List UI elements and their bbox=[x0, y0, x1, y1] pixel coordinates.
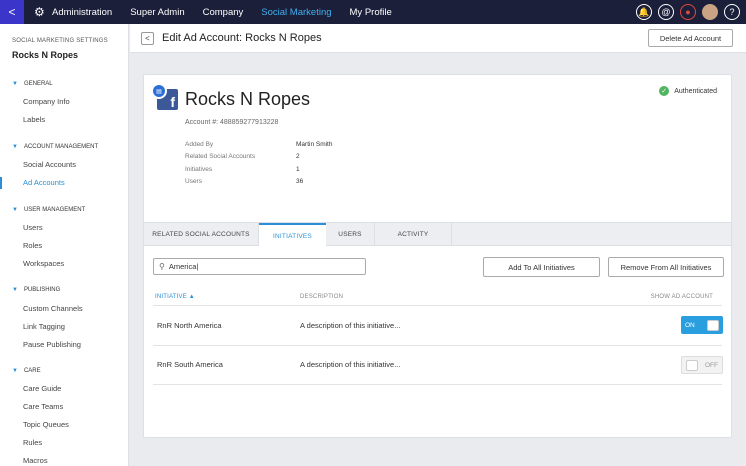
nav-social-marketing[interactable]: Social Marketing bbox=[261, 7, 331, 18]
detail-label: Users bbox=[185, 178, 202, 185]
caret-down-icon: ▼ bbox=[12, 81, 18, 87]
nav-my-profile[interactable]: My Profile bbox=[350, 7, 392, 18]
sidebar-item-custom-channels[interactable]: Custom Channels bbox=[23, 304, 83, 313]
alert-icon[interactable]: ● bbox=[680, 4, 696, 20]
avatar[interactable] bbox=[702, 4, 718, 20]
sidebar-item-users[interactable]: Users bbox=[23, 223, 43, 232]
sidebar-section-care[interactable]: ▼ CARE bbox=[12, 368, 41, 374]
toggle-label: ON bbox=[685, 321, 695, 329]
sidebar-item-care-guide[interactable]: Care Guide bbox=[23, 384, 61, 393]
row-divider bbox=[153, 384, 722, 385]
sidebar-item-pause-publishing[interactable]: Pause Publishing bbox=[23, 340, 81, 349]
tab-divider bbox=[451, 223, 452, 246]
show-ad-account-toggle[interactable]: ON bbox=[681, 316, 723, 334]
account-number: Account #: 488859277913228 bbox=[185, 119, 279, 126]
column-header-show-ad-account: SHOW AD ACCOUNT bbox=[650, 294, 713, 300]
initiative-description: A description of this initiative... bbox=[300, 321, 401, 330]
page-header: < Edit Ad Account: Rocks N Ropes Delete … bbox=[130, 24, 746, 53]
caret-down-icon: ▼ bbox=[12, 368, 18, 374]
detail-value: 2 bbox=[296, 153, 300, 160]
sidebar-item-topic-queues[interactable]: Topic Queues bbox=[23, 420, 69, 429]
sidebar-item-link-tagging[interactable]: Link Tagging bbox=[23, 322, 65, 331]
detail-label: Initiatives bbox=[185, 166, 213, 173]
sidebar-title: Rocks N Ropes bbox=[12, 50, 79, 60]
show-ad-account-toggle[interactable]: OFF bbox=[681, 356, 723, 374]
delete-ad-account-button[interactable]: Delete Ad Account bbox=[648, 29, 733, 47]
sidebar-item-macros[interactable]: Macros bbox=[23, 456, 48, 465]
auth-status-label: Authenticated bbox=[674, 87, 717, 95]
toggle-knob bbox=[686, 359, 698, 371]
active-indicator bbox=[0, 177, 2, 189]
sidebar-item-company-info[interactable]: Company Info bbox=[23, 97, 70, 106]
bell-icon[interactable]: 🔔 bbox=[636, 4, 652, 20]
tab-activity[interactable]: ACTIVITY bbox=[375, 223, 451, 246]
search-box[interactable]: ⚲ bbox=[153, 258, 366, 275]
ad-account-badge-icon: ▤ bbox=[151, 83, 167, 99]
initiative-name: RnR South America bbox=[157, 360, 223, 369]
tab-initiatives[interactable]: INITIATIVES bbox=[259, 223, 326, 247]
nav-company[interactable]: Company bbox=[203, 7, 244, 18]
nav-super-admin[interactable]: Super Admin bbox=[130, 7, 184, 18]
account-name: Rocks N Ropes bbox=[185, 89, 311, 109]
settings-sidebar: SOCIAL MARKETING SETTINGS Rocks N Ropes … bbox=[0, 24, 129, 466]
tab-users[interactable]: USERS bbox=[326, 223, 374, 246]
initiative-name: RnR North America bbox=[157, 321, 222, 330]
sidebar-section-publishing[interactable]: ▼ PUBLISHING bbox=[12, 287, 60, 293]
sidebar-item-ad-accounts[interactable]: Ad Accounts bbox=[23, 178, 65, 187]
gear-icon: ⚙ bbox=[34, 5, 45, 19]
sidebar-section-general[interactable]: ▼ GENERAL bbox=[12, 81, 53, 87]
check-circle-icon: ✓ bbox=[659, 86, 670, 96]
top-nav: < ⚙ Administration Super Admin Company S… bbox=[0, 0, 746, 24]
account-card: f ▤ Rocks N Ropes Account #: 48885927791… bbox=[143, 74, 732, 438]
detail-value: 36 bbox=[296, 178, 304, 185]
toggle-knob bbox=[707, 319, 719, 331]
tab-bar: RELATED SOCIAL ACCOUNTS INITIATIVES USER… bbox=[144, 222, 731, 247]
sidebar-caption: SOCIAL MARKETING SETTINGS bbox=[12, 38, 108, 44]
caret-down-icon: ▼ bbox=[12, 207, 18, 213]
sidebar-item-labels[interactable]: Labels bbox=[23, 115, 45, 124]
share-icon: < bbox=[8, 5, 16, 19]
detail-value: Martin Smith bbox=[296, 141, 333, 148]
toggle-label: OFF bbox=[705, 361, 718, 369]
column-header-initiative[interactable]: INITIATIVE ▲ bbox=[155, 294, 195, 300]
sidebar-item-workspaces[interactable]: Workspaces bbox=[23, 259, 64, 268]
column-header-description: DESCRIPTION bbox=[300, 294, 344, 300]
nav-administration[interactable]: Administration bbox=[52, 7, 112, 18]
sidebar-item-rules[interactable]: Rules bbox=[23, 438, 42, 447]
sidebar-item-care-teams[interactable]: Care Teams bbox=[23, 402, 63, 411]
search-input[interactable] bbox=[168, 262, 349, 271]
add-to-all-initiatives-button[interactable]: Add To All Initiatives bbox=[483, 257, 600, 277]
app-switcher-button[interactable]: < bbox=[0, 0, 24, 24]
caret-down-icon: ▼ bbox=[12, 287, 18, 293]
remove-from-all-initiatives-button[interactable]: Remove From All Initiatives bbox=[608, 257, 724, 277]
sidebar-section-user-management[interactable]: ▼ USER MANAGEMENT bbox=[12, 207, 85, 213]
search-icon: ⚲ bbox=[159, 262, 165, 271]
detail-value: 1 bbox=[296, 166, 300, 173]
page-title: Edit Ad Account: Rocks N Ropes bbox=[162, 32, 322, 44]
row-divider bbox=[153, 345, 722, 346]
detail-label: Added By bbox=[185, 141, 214, 148]
sidebar-item-roles[interactable]: Roles bbox=[23, 241, 42, 250]
tab-related-social-accounts[interactable]: RELATED SOCIAL ACCOUNTS bbox=[144, 223, 258, 246]
back-button[interactable]: < bbox=[141, 32, 154, 45]
at-icon[interactable]: @ bbox=[658, 4, 674, 20]
sidebar-item-social-accounts[interactable]: Social Accounts bbox=[23, 160, 76, 169]
initiative-description: A description of this initiative... bbox=[300, 360, 401, 369]
row-divider bbox=[153, 305, 722, 306]
caret-down-icon: ▼ bbox=[12, 144, 18, 150]
help-icon[interactable]: ? bbox=[724, 4, 740, 20]
auth-status: ✓ Authenticated bbox=[659, 86, 717, 96]
detail-label: Related Social Accounts bbox=[185, 153, 256, 160]
chevron-left-icon: < bbox=[145, 34, 150, 43]
sidebar-section-account-management[interactable]: ▼ ACCOUNT MANAGEMENT bbox=[12, 144, 98, 150]
